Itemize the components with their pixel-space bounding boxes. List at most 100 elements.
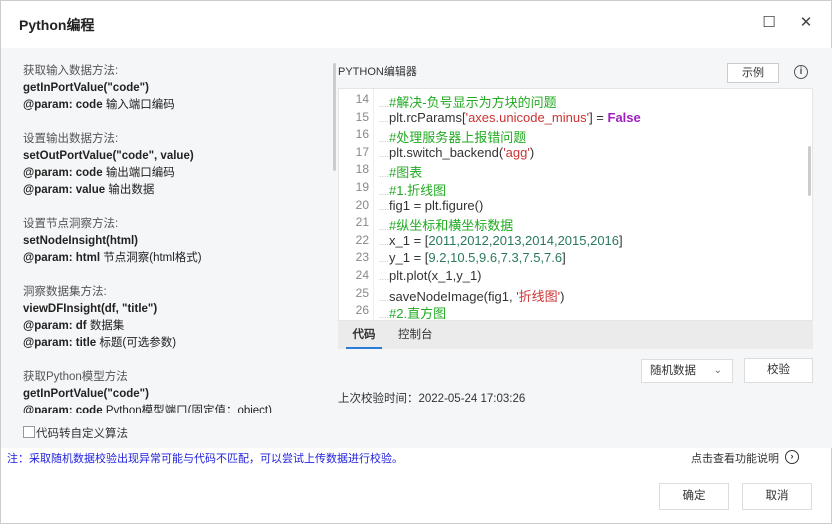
info-icon[interactable]: i (794, 65, 808, 79)
line-number: 25 (355, 285, 369, 300)
code-token: #图表 (389, 165, 423, 181)
last-validation-time: 上次校验时间：2022-05-24 17:03:26 (338, 393, 526, 405)
line-number: 15 (355, 109, 369, 124)
code-token: plt.rcParams[ (389, 109, 466, 125)
doc-param: @param: df 数据集 (23, 318, 331, 335)
param-desc: Python模型端口(固定值：object) (105, 405, 272, 413)
chevron-right-circle-icon[interactable]: › (785, 450, 799, 464)
doc-group: 设置节点洞察方法: setNodeInsight(html) @param: htm… (23, 216, 331, 267)
editor-label: PYTHON编辑器 (338, 66, 417, 78)
doc-param: @param: html 节点洞察(html格式) (23, 250, 331, 267)
code-token: ) (529, 144, 535, 160)
code-token: ] = (589, 109, 608, 125)
api-docs-panel: 获取输入数据方法: getInPortValue("code") @param: c… (23, 63, 331, 413)
doc-method: setOutPortValue("code", value) (23, 150, 194, 162)
code-token: #纵坐标和横坐标数据 (389, 218, 514, 234)
close-icon: ✕ (799, 14, 813, 31)
doc-group: 设置输出数据方法: setOutPortValue("code", value) @… (23, 131, 331, 199)
maximize-button[interactable]: ☐ (759, 13, 779, 33)
data-source-select[interactable]: 随机数据 ⌄ (641, 359, 733, 383)
code-line: ....#处理服务器上报错问题 (379, 130, 527, 146)
code-line: ....#1.折线图 (379, 183, 447, 198)
doc-method: getInPortValue("code") (23, 82, 149, 94)
doc-group: 洞察数据集方法: viewDFInsight(df, "title") @param… (23, 284, 331, 352)
code-token: 2011,2012,2013,2014,2015,2016 (428, 232, 620, 248)
close-button[interactable]: ✕ (796, 13, 816, 33)
code-line: ....#解决-负号显示为方块的问题 (379, 95, 557, 110)
code-token: False (607, 109, 641, 125)
doc-group: 获取输入数据方法: getInPortValue("code") @param: c… (23, 63, 331, 114)
validate-button[interactable]: 校验 (744, 358, 813, 383)
tab-code[interactable]: 代码 (346, 321, 382, 349)
doc-param: @param: code 输入端口编码 (23, 97, 331, 114)
param-name: @param: code (23, 405, 103, 413)
param-name: @param: html (23, 252, 101, 264)
line-number: 18 (355, 162, 369, 177)
doc-param: @param: code 输出端口编码 (23, 165, 331, 182)
help-link[interactable]: 点击查看功能说明 (691, 450, 779, 466)
param-desc: 标题(可选参数) (99, 337, 177, 349)
doc-method: getInPortValue("code") (23, 388, 149, 400)
doc-method: viewDFInsight(df, "title") (23, 303, 158, 315)
code-line: ....x_1 = [2011,2012,2013,2014,2015,2016… (379, 232, 623, 248)
doc-heading: 洞察数据集方法: (23, 286, 107, 298)
doc-method: setNodeInsight(html) (23, 235, 138, 247)
doc-group: 获取Python模型方法 getInPortValue("code") @param… (23, 369, 331, 413)
select-value: 随机数据 (650, 365, 696, 377)
code-token: #解决-负号显示为方块的问题 (389, 95, 557, 110)
param-name: @param: code (23, 99, 103, 111)
code-token: '折线图' (516, 288, 561, 304)
custom-algorithm-checkbox[interactable] (23, 426, 35, 438)
code-token: y_1 = [ (389, 250, 429, 266)
editor-tabs: 代码 控制台 (338, 321, 813, 349)
code-token: #2.直方图 (389, 306, 447, 321)
doc-heading: 设置节点洞察方法: (23, 218, 119, 230)
code-token: ] (562, 250, 566, 266)
dialog-title: Python编程 (19, 17, 95, 33)
code-token: ) (560, 288, 565, 304)
code-line: ....y_1 = [9.2,10.5,9.6,7.3,7.5,7.6] (379, 250, 566, 266)
line-number: 16 (355, 127, 369, 142)
code-token: 9.2,10.5,9.6,7.3,7.5,7.6 (428, 250, 563, 266)
param-name: @param: code (23, 167, 103, 179)
code-token: x_1 = [ (389, 232, 429, 248)
code-token: fig1 = plt.figure() (389, 197, 484, 213)
doc-param: @param: code Python模型端口(固定值：object) (23, 403, 331, 413)
param-desc: 节点洞察(html格式) (103, 252, 202, 264)
code-token: plt.switch_backend( (389, 144, 504, 160)
code-token: #1.折线图 (389, 183, 447, 198)
doc-heading: 获取Python模型方法 (23, 371, 128, 383)
param-desc: 数据集 (89, 320, 125, 332)
code-line: ....plt.rcParams['axes.unicode_minus'] =… (379, 109, 641, 125)
code-line: ....plt.plot(x_1,y_1) (379, 268, 482, 283)
example-button[interactable]: 示例 (727, 63, 779, 83)
code-token: 'agg' (503, 144, 530, 160)
line-number: 22 (355, 232, 369, 247)
code-line: ....#图表 (379, 165, 423, 181)
line-number: 23 (355, 250, 369, 265)
doc-param: @param: title 标题(可选参数) (23, 335, 331, 352)
param-name: @param: df (23, 320, 87, 332)
doc-heading: 获取输入数据方法: (23, 65, 119, 77)
code-token: #处理服务器上报错问题 (389, 130, 527, 146)
checkbox-label: 代码转自定义算法 (36, 428, 128, 440)
tab-console[interactable]: 控制台 (398, 321, 433, 349)
code-line: ....fig1 = plt.figure() (379, 197, 484, 213)
docs-scrollbar[interactable] (333, 63, 336, 171)
code-token: 'axes.unicode_minus' (465, 109, 590, 125)
param-desc: 输出端口编码 (105, 167, 175, 179)
line-number: 24 (355, 268, 369, 282)
param-name: @param: value (23, 184, 106, 196)
code-token: saveNodeImage(fig1, (389, 288, 517, 304)
editor-scrollbar[interactable] (808, 146, 811, 196)
line-number: 19 (355, 180, 369, 194)
cancel-button[interactable]: 取消 (742, 483, 812, 510)
code-line: ....saveNodeImage(fig1, '折线图') (379, 288, 565, 304)
code-editor[interactable]: 14 ....#解决-负号显示为方块的问题 15 ....plt.rcParams['… (338, 88, 813, 321)
code-token: plt.plot(x_1,y_1) (389, 268, 482, 283)
line-number: 20 (355, 197, 369, 212)
ok-button[interactable]: 确定 (659, 483, 729, 510)
doc-param: @param: value 输出数据 (23, 182, 331, 199)
note-text: 注：采取随机数据校验出现异常可能与代码不匹配，可以尝试上传数据进行校验。 (7, 453, 403, 465)
doc-heading: 设置输出数据方法: (23, 133, 119, 145)
